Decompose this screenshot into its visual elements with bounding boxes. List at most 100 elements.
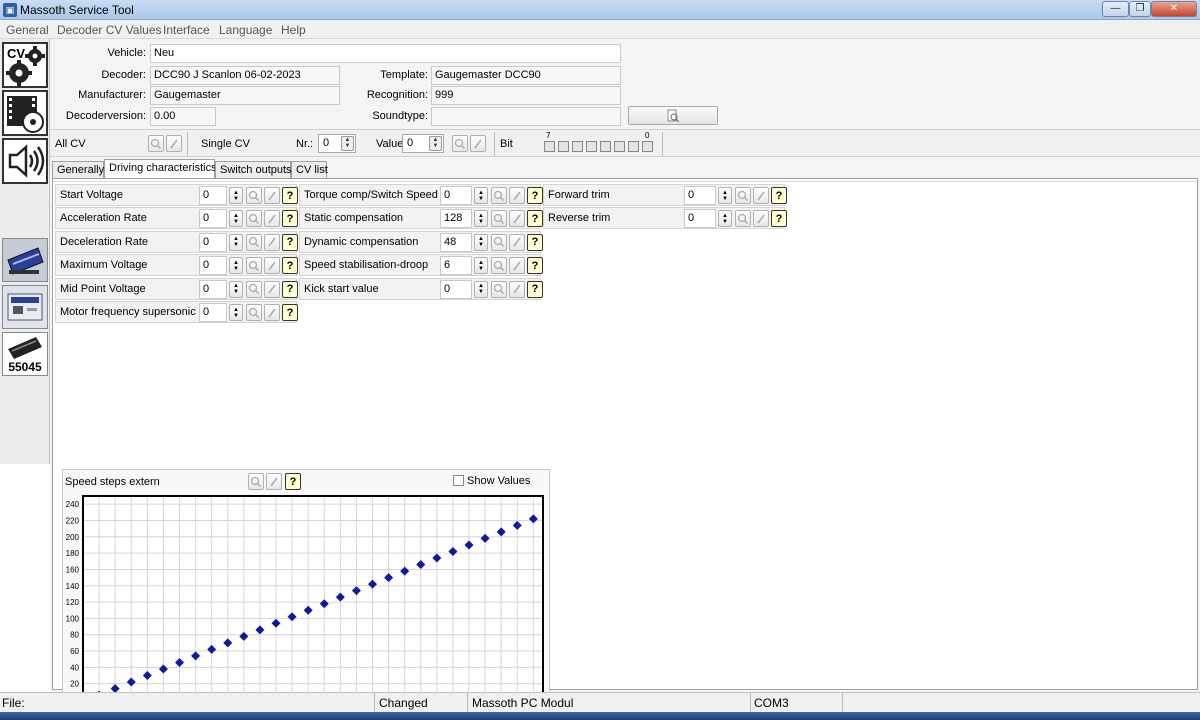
param-write-button[interactable] xyxy=(264,257,280,275)
bit-1-checkbox[interactable] xyxy=(628,141,639,152)
param-write-button[interactable] xyxy=(264,233,280,251)
param-help-button[interactable]: ? xyxy=(527,280,543,298)
param-write-button[interactable] xyxy=(264,280,280,298)
param-value-input[interactable]: 0 xyxy=(440,279,472,299)
bit-3-checkbox[interactable] xyxy=(600,141,611,152)
param-spinner-arrows[interactable]: ▲ ▼ xyxy=(474,280,488,298)
param-read-button[interactable] xyxy=(735,187,751,204)
param-read-button[interactable] xyxy=(246,280,262,298)
param-spinner-arrows[interactable]: ▲ ▼ xyxy=(474,257,488,275)
param-spinner-arrows[interactable]: ▲ ▼ xyxy=(229,233,243,251)
bit-4-checkbox[interactable] xyxy=(586,141,597,152)
param-help-button[interactable]: ? xyxy=(282,187,298,204)
all-cv-write-button[interactable] xyxy=(166,135,182,152)
param-help-button[interactable]: ? xyxy=(527,257,543,275)
restore-button[interactable]: ❐ xyxy=(1129,1,1151,17)
interface-device-2-button[interactable] xyxy=(2,285,48,329)
close-button[interactable]: ✕ xyxy=(1151,1,1197,17)
bit-6-checkbox[interactable] xyxy=(558,141,569,152)
param-help-button[interactable]: ? xyxy=(282,257,298,275)
decoder-program-button[interactable] xyxy=(2,90,48,136)
param-read-button[interactable] xyxy=(246,304,262,321)
tab-driving-characteristics[interactable]: Driving characteristics xyxy=(104,159,217,179)
show-values-checkbox[interactable] xyxy=(453,475,464,486)
param-write-button[interactable] xyxy=(264,304,280,321)
bit-2-checkbox[interactable] xyxy=(614,141,625,152)
interface-device-1-button[interactable] xyxy=(2,238,48,282)
param-value-input[interactable]: 0 xyxy=(684,209,716,229)
sound-button[interactable] xyxy=(2,138,48,184)
param-write-button[interactable] xyxy=(509,233,525,251)
param-value-input[interactable]: 0 xyxy=(199,186,227,205)
param-help-button[interactable]: ? xyxy=(282,210,298,228)
param-write-button[interactable] xyxy=(509,187,525,204)
param-help-button[interactable]: ? xyxy=(771,187,787,204)
param-help-button[interactable]: ? xyxy=(282,280,298,298)
menu-general[interactable]: General xyxy=(6,23,49,37)
speed-steps-write-button[interactable] xyxy=(266,473,282,490)
param-help-button[interactable]: ? xyxy=(282,304,298,321)
menu-help[interactable]: Help xyxy=(281,23,306,37)
param-spinner-arrows[interactable]: ▲ ▼ xyxy=(718,187,732,204)
param-read-button[interactable] xyxy=(246,233,262,251)
param-read-button[interactable] xyxy=(491,280,507,298)
interface-55045-button[interactable]: 55045 xyxy=(2,332,48,376)
cv-settings-button[interactable]: CV xyxy=(2,42,48,88)
param-spinner-arrows[interactable]: ▲ ▼ xyxy=(718,210,732,228)
param-write-button[interactable] xyxy=(753,187,769,204)
param-value-input[interactable]: 0 xyxy=(440,186,472,205)
bit-7-checkbox[interactable] xyxy=(544,141,555,152)
param-help-button[interactable]: ? xyxy=(527,187,543,204)
param-read-button[interactable] xyxy=(735,210,751,228)
cv-value-input[interactable]: 0 ▲ ▼ xyxy=(402,134,444,153)
param-read-button[interactable] xyxy=(246,187,262,204)
param-read-button[interactable] xyxy=(246,210,262,228)
param-read-button[interactable] xyxy=(491,187,507,204)
single-cv-read-button[interactable] xyxy=(452,135,468,152)
param-help-button[interactable]: ? xyxy=(527,233,543,251)
param-write-button[interactable] xyxy=(509,280,525,298)
param-read-button[interactable] xyxy=(246,257,262,275)
search-template-button[interactable] xyxy=(628,106,718,125)
param-write-button[interactable] xyxy=(753,210,769,228)
param-value-input[interactable]: 6 xyxy=(440,256,472,276)
all-cv-read-button[interactable] xyxy=(148,135,164,152)
single-cv-write-button[interactable] xyxy=(470,135,486,152)
param-value-input[interactable]: 0 xyxy=(199,209,227,229)
param-value-input[interactable]: 0 xyxy=(199,303,227,322)
tab-switch-outputs[interactable]: Switch outputs xyxy=(215,161,292,179)
param-write-button[interactable] xyxy=(509,210,525,228)
param-value-input[interactable]: 128 xyxy=(440,209,472,229)
param-write-button[interactable] xyxy=(264,210,280,228)
param-value-input[interactable]: 0 xyxy=(199,232,227,252)
param-spinner-arrows[interactable]: ▲ ▼ xyxy=(474,210,488,228)
param-spinner-arrows[interactable]: ▲ ▼ xyxy=(229,257,243,275)
param-help-button[interactable]: ? xyxy=(771,210,787,228)
cv-number-spinner-arrows[interactable]: ▲ ▼ xyxy=(341,136,354,151)
param-read-button[interactable] xyxy=(491,210,507,228)
param-value-input[interactable]: 0 xyxy=(684,186,716,205)
speed-steps-help-button[interactable]: ? xyxy=(285,473,301,490)
param-value-input[interactable]: 0 xyxy=(199,256,227,276)
param-write-button[interactable] xyxy=(264,187,280,204)
param-value-input[interactable]: 0 xyxy=(199,279,227,299)
menu-language[interactable]: Language xyxy=(219,23,272,37)
show-values-label[interactable]: Show Values xyxy=(467,475,530,487)
param-read-button[interactable] xyxy=(491,233,507,251)
param-spinner-arrows[interactable]: ▲ ▼ xyxy=(474,233,488,251)
param-read-button[interactable] xyxy=(491,257,507,275)
param-spinner-arrows[interactable]: ▲ ▼ xyxy=(229,187,243,204)
minimize-button[interactable]: — xyxy=(1102,1,1129,17)
bit-5-checkbox[interactable] xyxy=(572,141,583,152)
param-spinner-arrows[interactable]: ▲ ▼ xyxy=(474,187,488,204)
tab-cv-list[interactable]: CV list xyxy=(291,161,328,179)
param-help-button[interactable]: ? xyxy=(282,233,298,251)
menu-decoder-cv-values[interactable]: Decoder CV Values xyxy=(57,23,162,37)
param-spinner-arrows[interactable]: ▲ ▼ xyxy=(229,210,243,228)
param-spinner-arrows[interactable]: ▲ ▼ xyxy=(229,280,243,298)
speed-steps-read-button[interactable] xyxy=(248,473,264,490)
cv-value-spinner-arrows[interactable]: ▲ ▼ xyxy=(429,136,442,151)
cv-number-input[interactable]: 0 ▲ ▼ xyxy=(318,134,356,153)
vehicle-field[interactable]: Neu xyxy=(150,44,621,63)
param-value-input[interactable]: 48 xyxy=(440,232,472,252)
